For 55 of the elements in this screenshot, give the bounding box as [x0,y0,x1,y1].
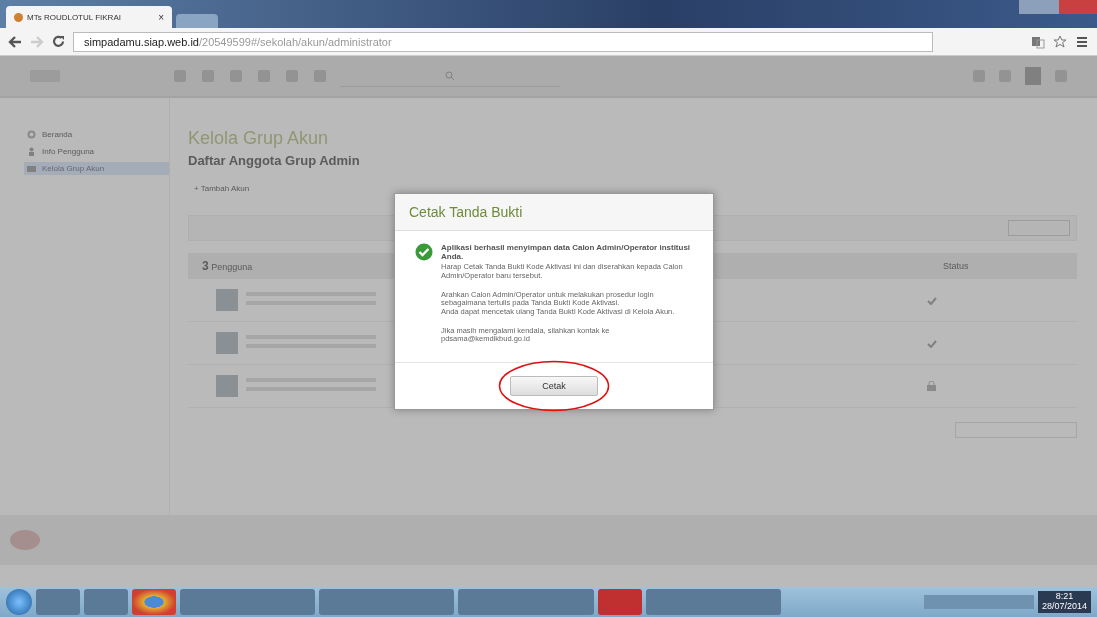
user-count: 3 Pengguna [202,259,253,273]
favicon-icon [14,12,23,22]
toolbar-icon[interactable] [258,70,270,82]
browser-tab[interactable] [176,14,218,28]
start-button[interactable] [6,589,32,615]
taskbar-app-icon[interactable] [458,589,594,615]
gear-icon [27,130,36,139]
taskbar-app-icon[interactable] [319,589,455,615]
toolbar-icon[interactable] [973,70,985,82]
reload-icon[interactable] [52,35,65,48]
page-title: Kelola Grup Akun [188,128,330,149]
success-message: Aplikasi berhasil menyimpan data Calon Admin/Operator institusi Anda. [441,243,692,262]
forward-icon[interactable] [30,35,44,48]
page-subtitle: Daftar Anggota Grup Admin [188,153,361,168]
taskbar-app-icon[interactable] [36,589,80,615]
search-icon [445,70,455,81]
taskbar-app-icon[interactable] [645,589,781,615]
toolbar-icon[interactable] [174,70,186,82]
window-controls[interactable] [1019,0,1097,14]
close-tab-icon[interactable]: × [158,11,164,23]
toolbar-icon[interactable] [202,70,214,82]
status-header: Status [943,261,970,271]
taskbar-app-icon[interactable] [84,589,128,615]
success-check-icon [415,243,433,261]
back-icon[interactable] [8,35,22,48]
check-icon [927,340,937,348]
lock-icon [927,381,936,391]
toolbar-icon[interactable] [999,70,1011,82]
toolbar-icon[interactable] [230,70,242,82]
taskbar-app-icon[interactable] [132,589,176,615]
menu-icon[interactable] [1075,34,1089,49]
toolbar-icon[interactable] [314,70,326,82]
taskbar-app-icon[interactable] [597,589,642,615]
sidebar-item[interactable]: Beranda [24,128,169,141]
check-icon [927,297,937,305]
taskbar-app-icon[interactable] [180,589,316,615]
group-icon [27,164,36,173]
person-icon [27,147,36,156]
clock[interactable]: 8:21 28/07/2014 [1037,591,1091,613]
browser-tab[interactable]: MTs ROUDLOTUL FIKRAI × [6,6,172,28]
user-avatar-icon[interactable] [1025,67,1041,85]
dialog-title: Cetak Tanda Bukti [395,194,713,231]
translate-icon[interactable] [1031,34,1045,49]
system-tray-icons[interactable] [923,595,1034,609]
add-account-button[interactable]: + Tambah Akun [188,184,256,193]
address-bar[interactable]: simpadamu.siap.web.id/20549599#/sekolah/akun/administrator [73,31,933,52]
star-icon[interactable] [1053,34,1067,49]
settings-icon[interactable] [1055,70,1067,82]
sidebar-item[interactable]: Info Pengguna [24,145,169,158]
avatar-placeholder [216,332,238,354]
view-toggle[interactable] [1008,220,1070,236]
avatar-placeholder [216,289,238,311]
toolbar-icon[interactable] [286,70,298,82]
print-button[interactable]: Cetak [510,375,598,396]
avatar-placeholder [216,375,238,397]
